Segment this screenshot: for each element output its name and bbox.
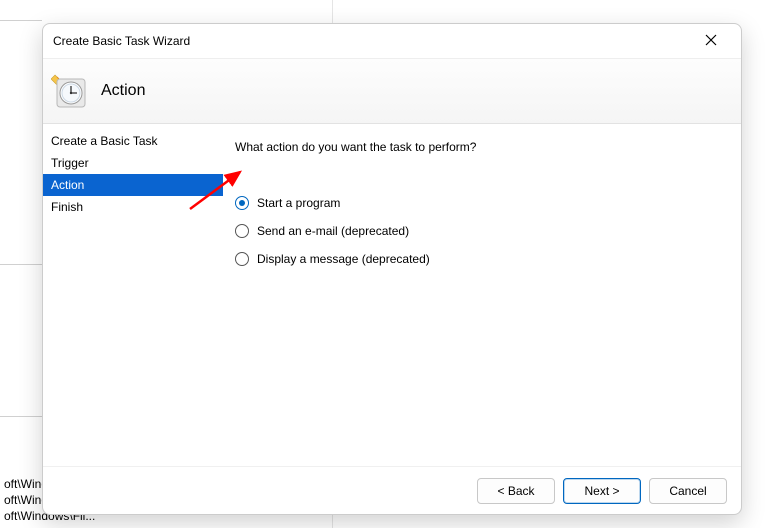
- prompt-text: What action do you want the task to perf…: [235, 140, 731, 154]
- radio-icon: [235, 224, 249, 238]
- back-button[interactable]: < Back: [477, 478, 555, 504]
- titlebar: Create Basic Task Wizard: [43, 24, 741, 58]
- header-title: Action: [101, 82, 145, 100]
- close-button[interactable]: [691, 27, 731, 55]
- dialog-title: Create Basic Task Wizard: [53, 34, 691, 48]
- wizard-dialog: Create Basic Task Wizard Action Create a…: [42, 23, 742, 515]
- step-trigger[interactable]: Trigger: [43, 152, 223, 174]
- option-label: Display a message (deprecated): [257, 252, 430, 266]
- option-send-email[interactable]: Send an e-mail (deprecated): [235, 222, 731, 240]
- step-finish[interactable]: Finish: [43, 196, 223, 218]
- radio-icon: [235, 252, 249, 266]
- main-panel: What action do you want the task to perf…: [223, 124, 741, 466]
- cancel-button[interactable]: Cancel: [649, 478, 727, 504]
- option-display-message[interactable]: Display a message (deprecated): [235, 250, 731, 268]
- next-button[interactable]: Next >: [563, 478, 641, 504]
- radio-icon: [235, 196, 249, 210]
- option-label: Start a program: [257, 196, 340, 210]
- steps-nav: Create a Basic Task Trigger Action Finis…: [43, 124, 223, 466]
- option-start-program[interactable]: Start a program: [235, 194, 731, 212]
- close-icon: [705, 34, 717, 49]
- step-create-basic-task[interactable]: Create a Basic Task: [43, 130, 223, 152]
- option-label: Send an e-mail (deprecated): [257, 224, 409, 238]
- wizard-clock-icon: [51, 73, 87, 109]
- footer: < Back Next > Cancel: [43, 466, 741, 514]
- content-area: Create a Basic Task Trigger Action Finis…: [43, 124, 741, 466]
- header-band: Action: [43, 58, 741, 124]
- step-action[interactable]: Action: [43, 174, 223, 196]
